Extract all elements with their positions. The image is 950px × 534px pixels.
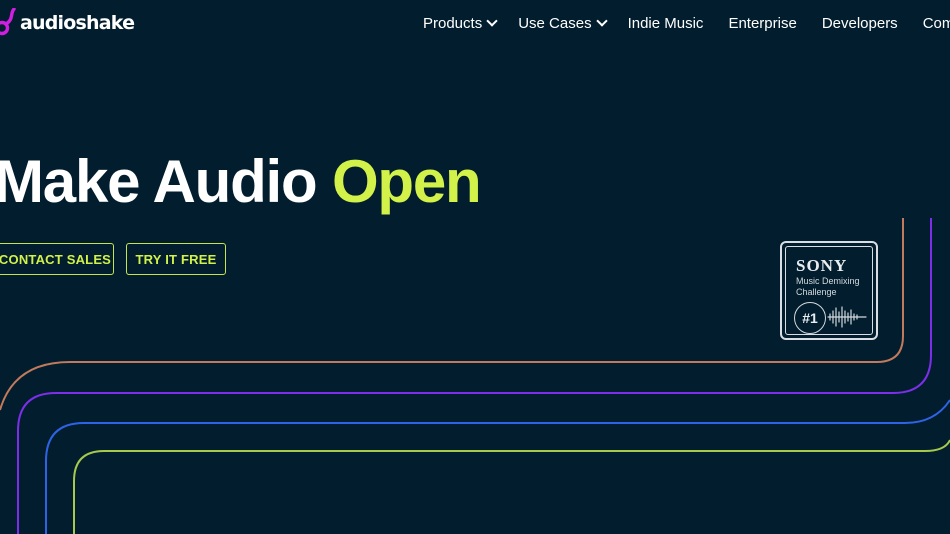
badge-brand: SONY xyxy=(796,256,848,275)
try-it-free-button[interactable]: TRY IT FREE xyxy=(126,243,226,275)
sony-award-badge: SONY Music Demixing Challenge #1 xyxy=(780,241,878,340)
waveform-icon xyxy=(827,306,867,328)
badge-line-2: Challenge xyxy=(796,287,837,297)
hero-title: Make Audio Open xyxy=(0,146,482,218)
badge-line-1: Music Demixing xyxy=(796,276,860,286)
hero-title-main: Make Audio xyxy=(0,148,332,215)
line-blue xyxy=(45,399,950,534)
badge-inner-frame: SONY Music Demixing Challenge #1 xyxy=(785,246,873,335)
contact-sales-button[interactable]: CONTACT SALES xyxy=(0,243,114,275)
hero-title-accent: Open xyxy=(331,148,482,215)
line-green xyxy=(73,439,950,534)
badge-rank: #1 xyxy=(794,302,826,334)
